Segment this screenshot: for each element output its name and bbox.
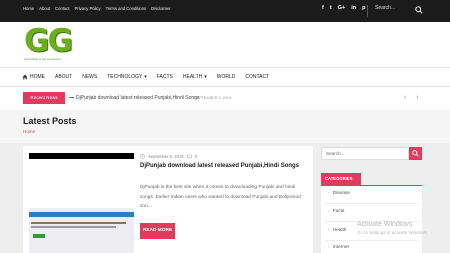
chevron-right-icon[interactable]: › xyxy=(416,94,418,102)
top-link-home[interactable]: Home xyxy=(23,6,34,11)
category-item-health[interactable]: Health xyxy=(328,228,347,233)
top-links: Home About Contact Privacy Policy Terms … xyxy=(23,6,171,11)
social-links: f t G+ in p xyxy=(322,5,365,11)
post-excerpt: DjPunjab is the best site when it comes … xyxy=(140,185,301,209)
nav-label-news: NEWS xyxy=(82,74,98,80)
comment-icon xyxy=(186,154,192,159)
nav-item-about[interactable]: ABOUT xyxy=(55,74,72,80)
nav-item-facts[interactable]: FACTS xyxy=(157,74,173,80)
nav-item-technology[interactable]: TECHNOLOGY ▾ xyxy=(107,74,147,80)
activation-watermark: Activate Windows Go to Settings to activ… xyxy=(357,221,428,235)
twitter-icon[interactable]: t xyxy=(330,5,332,11)
thumbnail-button-shape xyxy=(33,234,45,238)
nav-label-contact: CONTACT xyxy=(245,74,270,80)
nav-label-facts: FACTS xyxy=(156,74,173,80)
nav-item-health[interactable]: HEALTH ▾ xyxy=(183,74,207,80)
breadcrumb[interactable]: Home xyxy=(23,129,35,134)
nav-item-contact[interactable]: CONTACT xyxy=(245,74,269,80)
nav-label-about: ABOUT xyxy=(55,74,73,80)
post-meta: September 5, 2019 0 xyxy=(140,154,197,159)
facebook-icon[interactable]: f xyxy=(322,5,324,11)
category-divider xyxy=(325,240,418,241)
top-link-privacy[interactable]: Privacy Policy xyxy=(75,6,101,11)
page-header-band xyxy=(0,110,450,143)
chevron-down-icon: ▾ xyxy=(144,74,147,80)
linkedin-icon[interactable]: in xyxy=(351,5,356,11)
top-search-input[interactable]: Search... xyxy=(375,5,395,11)
logo-mark: GG xyxy=(24,23,73,59)
logo-tagline: Geniusinfo is set to success xyxy=(24,57,62,61)
home-icon xyxy=(22,74,28,80)
chevron-left-icon[interactable]: ‹ xyxy=(404,94,406,102)
category-item-internet[interactable]: Internet xyxy=(328,245,349,250)
top-link-terms[interactable]: Terms and Conditions xyxy=(106,6,147,11)
clock-icon xyxy=(140,154,145,159)
top-divider xyxy=(367,5,368,17)
nav-top-border xyxy=(0,67,450,68)
top-link-disclaimer[interactable]: Disclaimer xyxy=(151,6,171,11)
main-nav: HOME ABOUT NEWS TECHNOLOGY ▾ FACTS HEALTH… xyxy=(22,74,279,80)
read-more-button[interactable]: READ MORE xyxy=(140,223,175,239)
thumbnail-text-line xyxy=(31,222,126,224)
nav-label-world: WORLD xyxy=(216,74,236,80)
top-bar xyxy=(0,0,450,22)
nav-item-world[interactable]: WORLD xyxy=(217,74,236,80)
google-plus-icon[interactable]: G+ xyxy=(338,5,346,11)
chevron-down-icon: ▾ xyxy=(204,74,207,80)
thumbnail-header-bar xyxy=(29,212,134,217)
watermark-subtitle: Go to Settings to activate Windows. xyxy=(357,230,429,235)
category-item-disease[interactable]: Disease xyxy=(328,191,350,196)
post-title[interactable]: DjPunjab download latest released Punjab… xyxy=(140,163,299,169)
nav-label-technology: TECHNOLOGY xyxy=(107,74,143,80)
search-icon xyxy=(412,150,419,157)
post-thumbnail-top[interactable] xyxy=(29,153,134,159)
ticker-headline[interactable]: DjPunjab download latest released Punjab… xyxy=(76,95,199,101)
nav-bottom-border xyxy=(0,86,450,87)
pinterest-icon[interactable]: p xyxy=(362,5,365,11)
category-divider xyxy=(325,203,418,204)
post-date: September 5, 2019 xyxy=(148,154,184,159)
top-link-contact[interactable]: Contact xyxy=(55,6,69,11)
sidebar-search-button[interactable] xyxy=(409,147,422,160)
nav-label-home: HOME xyxy=(30,74,45,80)
post-comment-count[interactable]: 0 xyxy=(195,154,197,159)
thumbnail-text-line xyxy=(31,226,116,228)
category-item-facts[interactable]: Facts xyxy=(328,209,345,214)
nav-item-news[interactable]: NEWS xyxy=(82,74,97,80)
categories-heading: CATEGORIES xyxy=(321,173,361,185)
page-title: Latest Posts xyxy=(23,116,77,126)
recent-news-badge: Recent News xyxy=(23,92,65,104)
sidebar-search-input[interactable]: Search... xyxy=(321,147,409,160)
watermark-title: Activate Windows xyxy=(357,221,413,228)
top-link-about[interactable]: About xyxy=(39,6,50,11)
nav-item-home[interactable]: HOME xyxy=(22,74,45,80)
site-logo[interactable]: GG Geniusinfo is set to success xyxy=(24,25,88,63)
categories-list: Disease Facts Health Internet xyxy=(321,186,422,253)
nav-label-health: HEALTH xyxy=(182,74,203,80)
ticker-dash xyxy=(69,97,74,98)
search-icon[interactable] xyxy=(415,6,423,14)
ticker-date: SEPTEMBER 5, 2019 xyxy=(194,95,232,100)
